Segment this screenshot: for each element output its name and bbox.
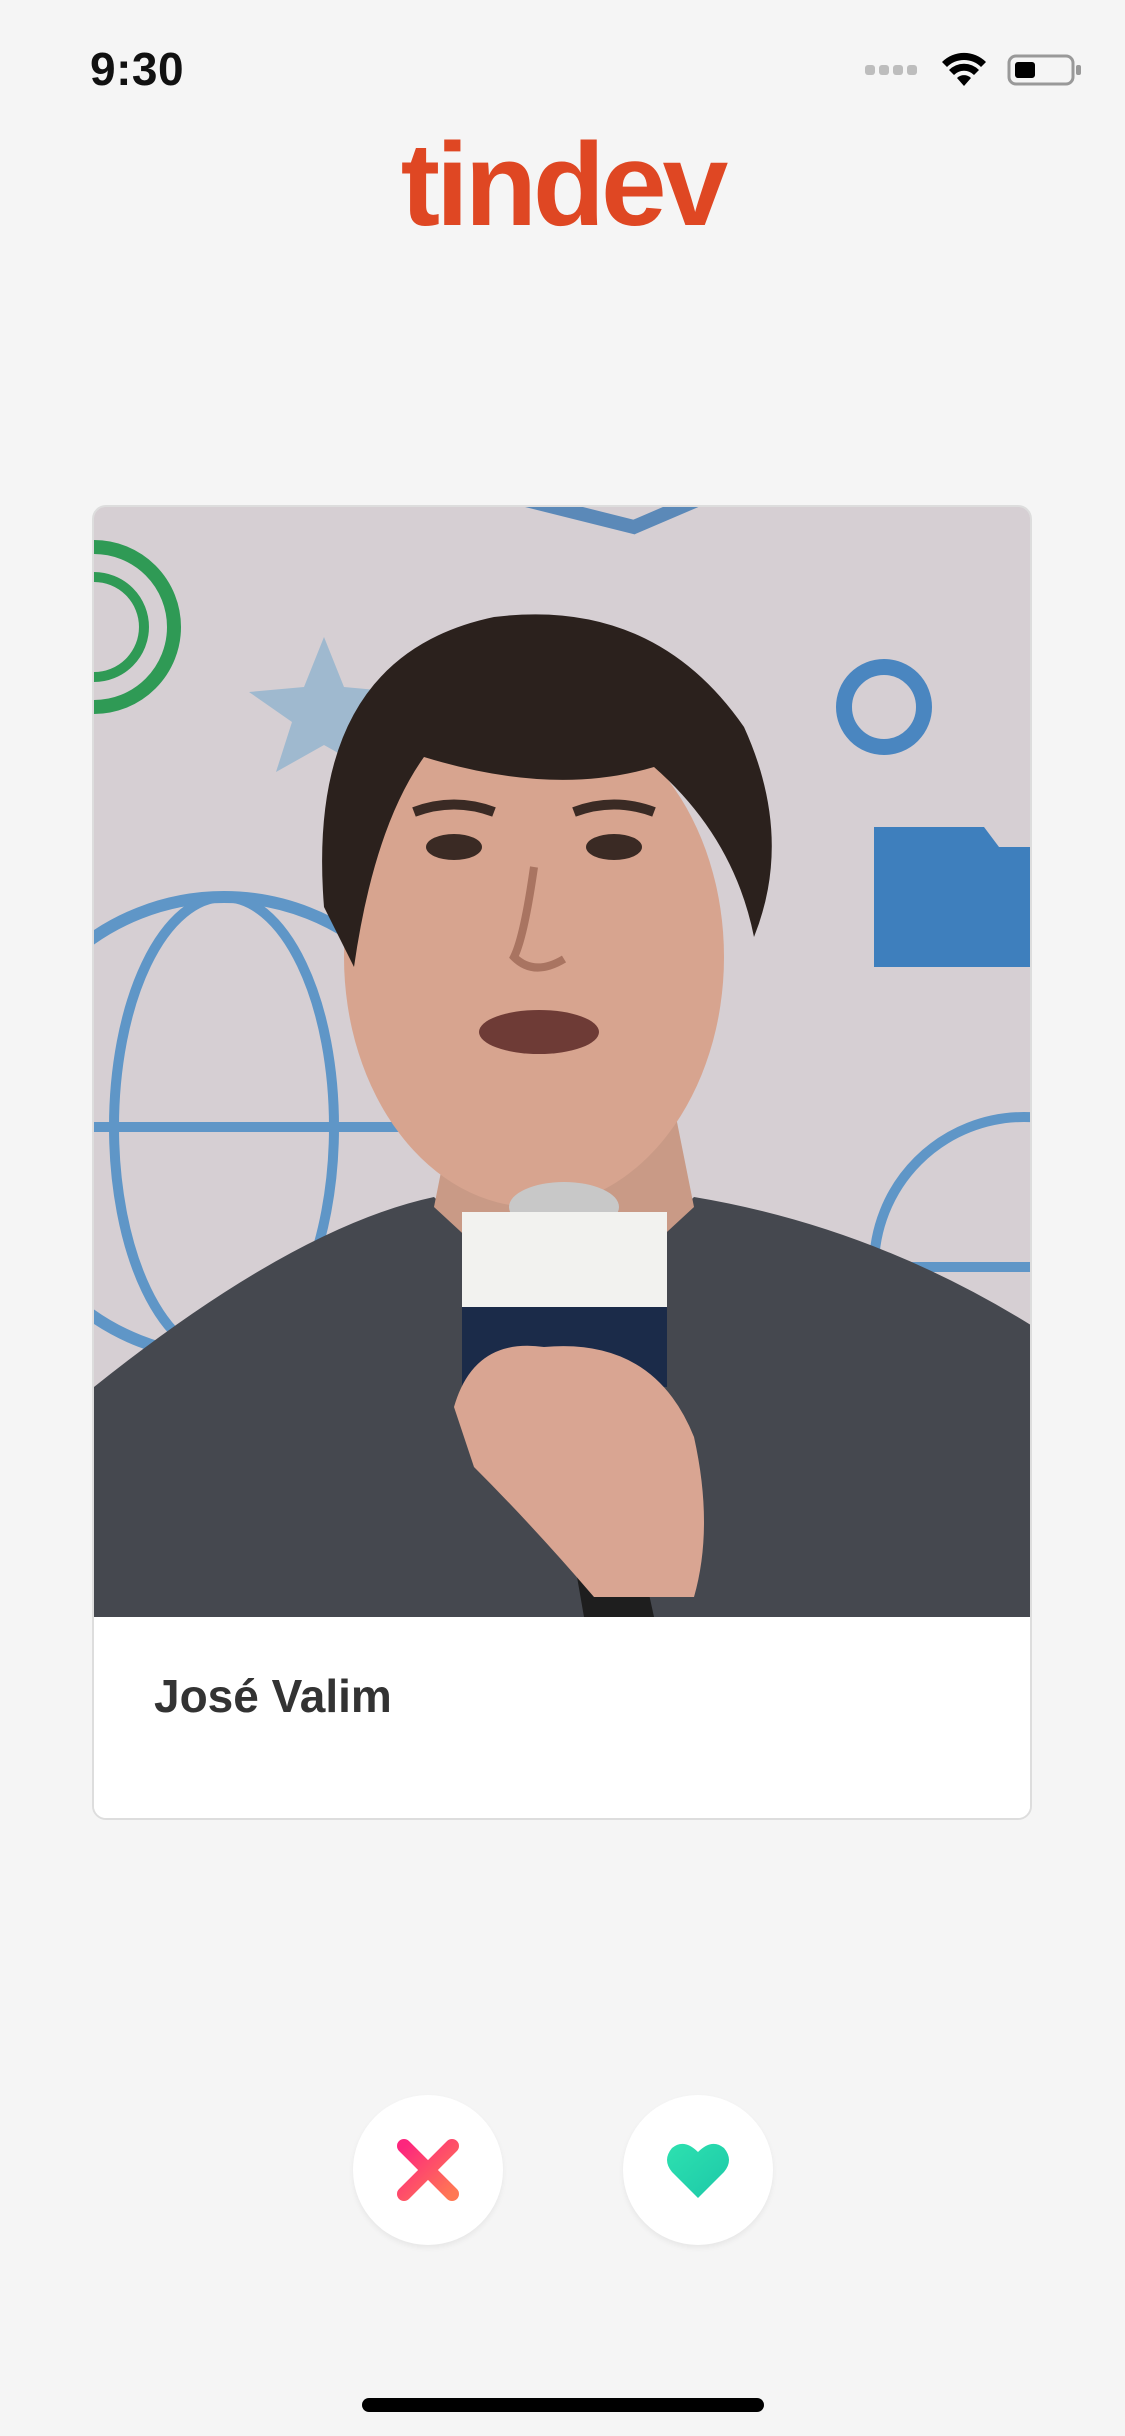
- dislike-button[interactable]: [353, 2095, 503, 2245]
- profile-photo: [94, 507, 1030, 1617]
- app-logo: tindev: [0, 120, 1125, 250]
- heart-icon: [667, 2143, 729, 2198]
- wifi-icon: [942, 52, 986, 86]
- profile-card-footer: José Valim: [94, 1617, 1030, 1818]
- status-icons: [865, 50, 1083, 90]
- status-time: 9:30: [90, 43, 185, 95]
- battery-icon: [1007, 54, 1081, 86]
- profile-card[interactable]: José Valim: [92, 505, 1032, 1820]
- profile-photo-illustration: [94, 507, 1030, 1617]
- profile-name: José Valim: [154, 1670, 392, 1722]
- home-indicator[interactable]: [362, 2398, 764, 2412]
- like-button[interactable]: [623, 2095, 773, 2245]
- logo-text: tindev: [400, 119, 728, 251]
- app-screen: 9:30 tindev José Valim: [0, 0, 1125, 2436]
- close-icon: [397, 2139, 459, 2201]
- signal-icon: [865, 64, 921, 76]
